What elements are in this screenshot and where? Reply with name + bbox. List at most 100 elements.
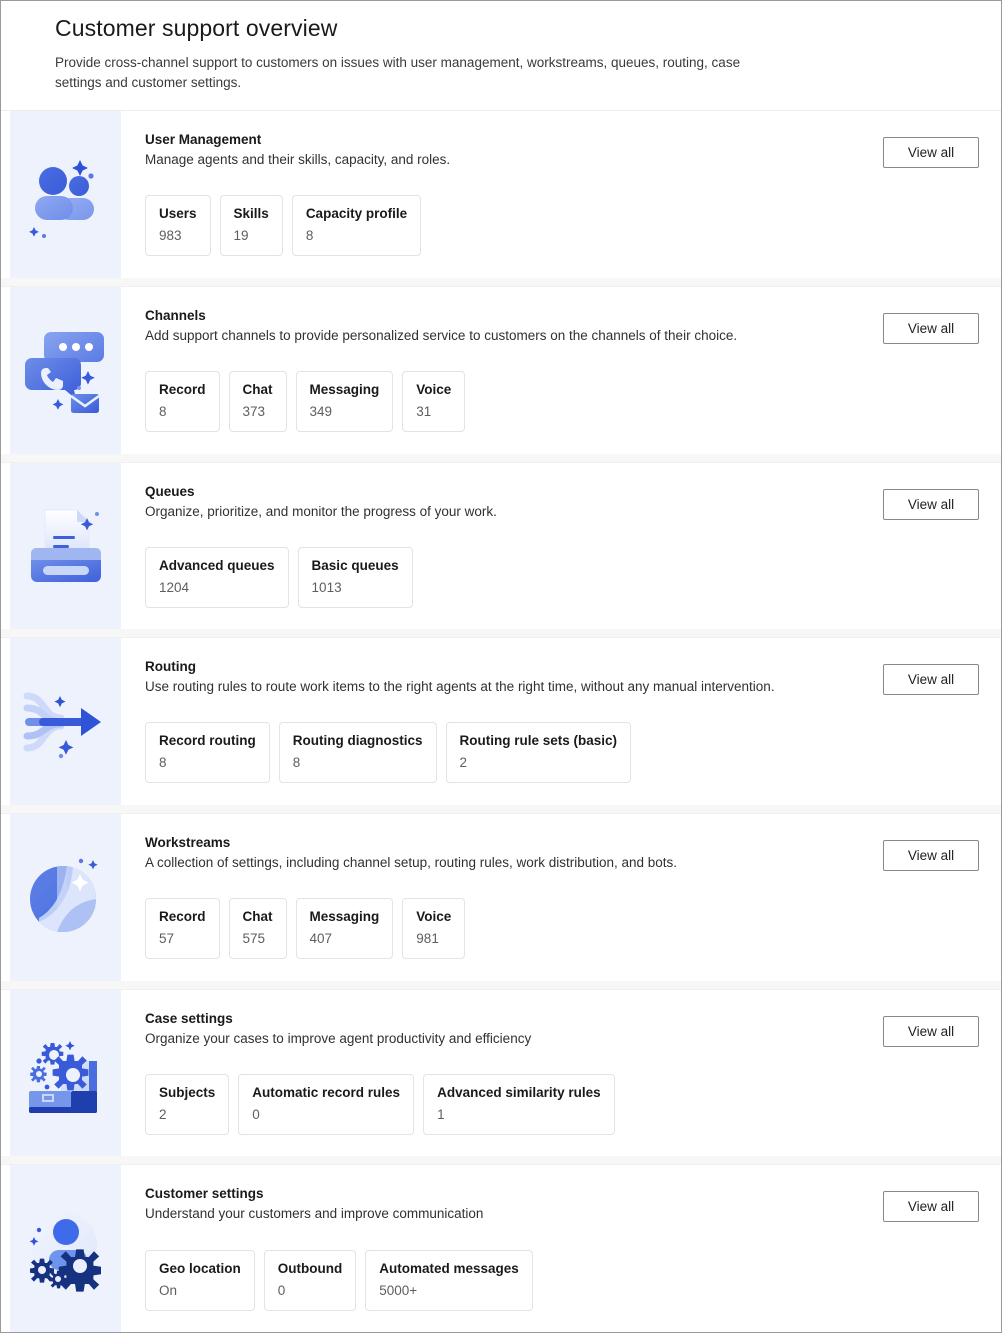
view-all-button[interactable]: View all xyxy=(883,488,979,520)
card-description: Organize your cases to improve agent pro… xyxy=(145,1030,532,1046)
overview-card-channels: Channels Add support channels to provide … xyxy=(1,285,1001,454)
overview-card-case-settings: Case settings Organize your cases to impr… xyxy=(1,988,1001,1157)
stat-tile[interactable]: Basic queues 1013 xyxy=(297,546,413,608)
card-icon-panel xyxy=(10,462,121,630)
stat-value: 0 xyxy=(252,1106,260,1122)
stat-label: Automatic record rules xyxy=(252,1084,401,1100)
card-description: Use routing rules to route work items to… xyxy=(145,679,775,695)
stat-tile[interactable]: Voice 981 xyxy=(402,898,466,960)
card-title: Queues xyxy=(145,483,195,499)
stat-value: 8 xyxy=(159,755,167,771)
stat-tile[interactable]: Subjects 2 xyxy=(145,1073,230,1135)
stat-label: Advanced similarity rules xyxy=(437,1084,601,1100)
stat-value: 2 xyxy=(159,1106,167,1122)
chat-call-mail-icon xyxy=(24,332,104,414)
stat-tile[interactable]: Routing rule sets (basic) 2 xyxy=(445,722,632,784)
people-icon xyxy=(28,160,94,239)
card-icon-panel xyxy=(10,111,121,278)
stat-value: 1204 xyxy=(159,579,190,595)
page-header: Customer support overview Provide cross-… xyxy=(1,1,1001,111)
stat-label: Automated messages xyxy=(379,1260,519,1276)
stat-value: 8 xyxy=(159,404,167,420)
stat-label: Record xyxy=(159,909,206,925)
card-body: Customer settings Understand your custome… xyxy=(121,1165,1001,1332)
view-all-button[interactable]: View all xyxy=(883,1015,979,1047)
card-description: Manage agents and their skills, capacity… xyxy=(145,152,451,168)
view-all-button[interactable]: View all xyxy=(883,1191,979,1223)
view-all-container: View all xyxy=(883,1015,979,1047)
stat-value: 1013 xyxy=(311,579,342,595)
stat-tile-row: Subjects 2 Automatic record rules 0 Advanced… xyxy=(145,1073,979,1135)
card-description: Understand your customers and improve co… xyxy=(145,1206,484,1222)
overview-card-customer-settings: Customer settings Understand your custome… xyxy=(1,1164,1001,1332)
stat-label: Record routing xyxy=(159,733,256,749)
overview-card-workstreams: Workstreams A collection of settings, inc… xyxy=(1,812,1001,981)
card-icon-panel xyxy=(10,638,121,805)
stat-label: Voice xyxy=(416,382,452,398)
stat-label: Users xyxy=(159,206,197,222)
briefcase-gears-icon xyxy=(28,1040,97,1113)
stat-label: Messaging xyxy=(309,909,380,925)
stat-tile[interactable]: Advanced queues 1204 xyxy=(145,546,289,608)
card-icon-panel xyxy=(10,989,121,1157)
view-all-button[interactable]: View all xyxy=(883,312,979,344)
stat-tile[interactable]: Users 983 xyxy=(145,195,211,257)
stat-value: 31 xyxy=(416,404,432,420)
stat-tile-row: Record 57 Chat 575 Messaging 407 Voice 981 xyxy=(145,898,979,960)
stat-tile[interactable]: Voice 31 xyxy=(402,371,466,433)
card-title: Routing xyxy=(145,659,196,675)
stat-tile[interactable]: Automated messages 5000+ xyxy=(365,1249,533,1311)
stat-tile[interactable]: Record 57 xyxy=(145,898,220,960)
view-all-button[interactable]: View all xyxy=(883,137,979,169)
overview-card-queues: Queues Organize, prioritize, and monitor … xyxy=(1,461,1001,630)
stat-tile[interactable]: Geo location On xyxy=(145,1249,255,1311)
stat-tile-row: Users 983 Skills 19 Capacity profile 8 xyxy=(145,195,979,257)
stat-value: On xyxy=(159,1282,178,1298)
stat-tile[interactable]: Routing diagnostics 8 xyxy=(278,722,437,784)
view-all-button[interactable]: View all xyxy=(883,839,979,871)
stat-value: 983 xyxy=(159,228,182,244)
stat-value: 57 xyxy=(159,931,175,947)
stat-tile[interactable]: Automatic record rules 0 xyxy=(238,1073,415,1135)
stat-value: 0 xyxy=(277,1282,286,1298)
card-body: Channels Add support channels to provide … xyxy=(121,287,1001,454)
stat-tile-row: Advanced queues 1204 Basic queues 1013 xyxy=(145,546,979,608)
stat-value: 2 xyxy=(459,755,468,771)
stat-label: Chat xyxy=(242,382,273,398)
stat-label: Voice xyxy=(416,909,452,925)
flow-arrow-icon xyxy=(23,692,101,758)
view-all-container: View all xyxy=(883,137,979,169)
card-title: Case settings xyxy=(145,1010,233,1026)
stat-value: 8 xyxy=(305,228,314,244)
stat-value: 5000+ xyxy=(379,1282,418,1298)
stat-tile[interactable]: Advanced similarity rules 1 xyxy=(423,1073,615,1135)
stat-tile-row: Record 8 Chat 373 Messaging 349 Voice 31 xyxy=(145,371,979,433)
card-description: A collection of settings, including chan… xyxy=(145,854,678,870)
stat-tile[interactable]: Record 8 xyxy=(145,371,220,433)
stat-tile[interactable]: Skills 19 xyxy=(219,195,283,257)
stat-label: Geo location xyxy=(159,1260,241,1276)
document-tray-icon xyxy=(30,509,101,582)
view-all-container: View all xyxy=(883,1191,979,1223)
stat-value: 8 xyxy=(292,755,301,771)
view-all-button[interactable]: View all xyxy=(883,664,979,696)
stat-tile[interactable]: Messaging 407 xyxy=(295,898,394,960)
stat-tile[interactable]: Chat 575 xyxy=(228,898,287,960)
stat-tile[interactable]: Record routing 8 xyxy=(145,722,270,784)
page-subtitle: Provide cross-channel support to custome… xyxy=(55,55,741,90)
stat-label: Routing rule sets (basic) xyxy=(459,733,618,749)
person-gears-icon xyxy=(29,1211,101,1292)
card-title: Customer settings xyxy=(145,1186,264,1202)
stat-tile[interactable]: Messaging 349 xyxy=(295,371,394,433)
stat-label: Outbound xyxy=(277,1260,343,1276)
stat-value: 373 xyxy=(242,404,266,420)
stat-label: Advanced queues xyxy=(159,557,275,573)
card-icon-panel xyxy=(10,286,121,454)
card-body: Workstreams A collection of settings, inc… xyxy=(121,814,1001,981)
stat-tile[interactable]: Capacity profile 8 xyxy=(291,195,422,257)
stat-label: Skills xyxy=(233,206,269,222)
stat-value: 575 xyxy=(242,931,266,947)
stat-tile[interactable]: Outbound 0 xyxy=(263,1249,357,1311)
page-title: Customer support overview xyxy=(55,15,338,41)
stat-tile[interactable]: Chat 373 xyxy=(228,371,287,433)
